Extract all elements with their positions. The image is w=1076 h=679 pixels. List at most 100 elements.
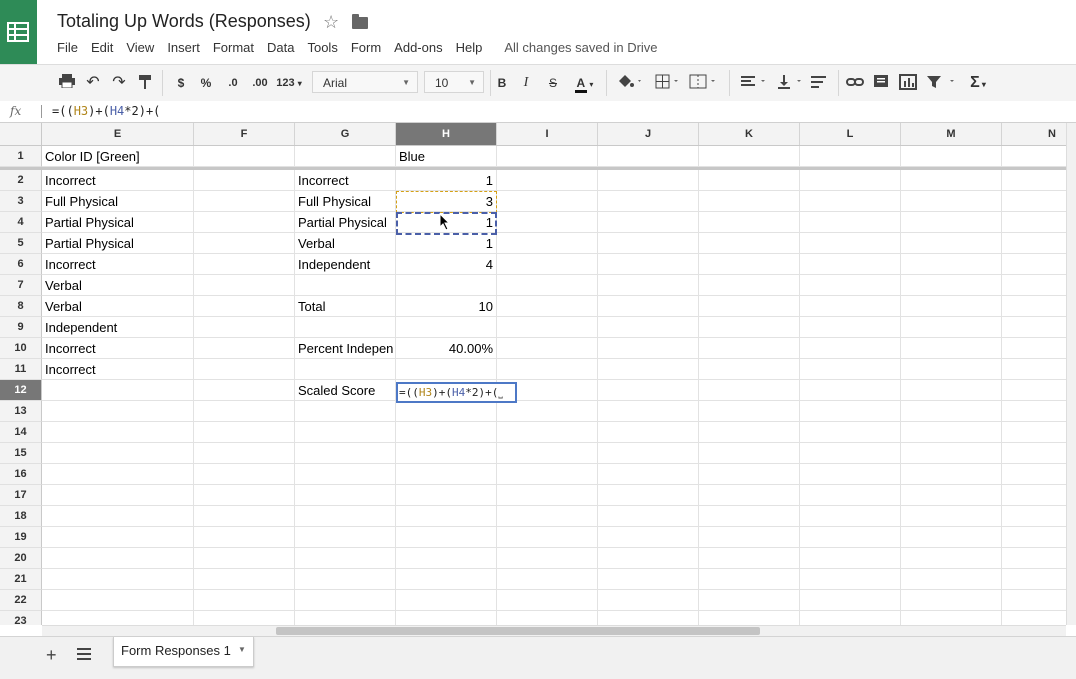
- cell-l5[interactable]: [800, 233, 901, 254]
- cell-n12[interactable]: [1002, 380, 1066, 401]
- cell-i22[interactable]: [497, 590, 598, 611]
- cell-n19[interactable]: [1002, 527, 1066, 548]
- cell-n21[interactable]: [1002, 569, 1066, 590]
- row-header-22[interactable]: 22: [0, 590, 42, 611]
- cell-g20[interactable]: [295, 548, 396, 569]
- decrease-decimals-button[interactable]: .0: [222, 74, 244, 92]
- cell-k11[interactable]: [699, 359, 800, 380]
- row-header-2[interactable]: 2: [0, 170, 42, 191]
- cell-j8[interactable]: [598, 296, 699, 317]
- row-header-8[interactable]: 8: [0, 296, 42, 317]
- cell-n22[interactable]: [1002, 590, 1066, 611]
- menu-edit[interactable]: Edit: [91, 40, 113, 58]
- text-wrap-icon[interactable]: [809, 74, 829, 92]
- sheet-list-icon[interactable]: [77, 648, 91, 660]
- cell-e22[interactable]: [42, 590, 194, 611]
- cell-l16[interactable]: [800, 464, 901, 485]
- cell-k16[interactable]: [699, 464, 800, 485]
- cell-m10[interactable]: [901, 338, 1002, 359]
- cell-e23[interactable]: [42, 611, 194, 625]
- cell-h11[interactable]: [396, 359, 497, 380]
- menu-data[interactable]: Data: [267, 40, 294, 58]
- cell-k3[interactable]: [699, 191, 800, 212]
- italic-button[interactable]: I: [518, 74, 534, 92]
- cell-k18[interactable]: [699, 506, 800, 527]
- cell-l3[interactable]: [800, 191, 901, 212]
- cell-n7[interactable]: [1002, 275, 1066, 296]
- cell-j11[interactable]: [598, 359, 699, 380]
- cell-m19[interactable]: [901, 527, 1002, 548]
- menu-tools[interactable]: Tools: [307, 40, 337, 58]
- cell-n4[interactable]: [1002, 212, 1066, 233]
- cell-e10[interactable]: Incorrect: [42, 338, 194, 359]
- row-header-16[interactable]: 16: [0, 464, 42, 485]
- cell-e9[interactable]: Independent: [42, 317, 194, 338]
- cell-i10[interactable]: [497, 338, 598, 359]
- fill-color-icon[interactable]: [614, 74, 646, 92]
- cell-h7[interactable]: [396, 275, 497, 296]
- cell-e11[interactable]: Incorrect: [42, 359, 194, 380]
- cell-f4[interactable]: [194, 212, 295, 233]
- cell-f9[interactable]: [194, 317, 295, 338]
- cell-h15[interactable]: [396, 443, 497, 464]
- cell-i4[interactable]: [497, 212, 598, 233]
- cell-k6[interactable]: [699, 254, 800, 275]
- cell-m20[interactable]: [901, 548, 1002, 569]
- cell-k7[interactable]: [699, 275, 800, 296]
- cell-e18[interactable]: [42, 506, 194, 527]
- cell-l1[interactable]: [800, 146, 901, 167]
- cell-g12[interactable]: Scaled Score: [295, 380, 396, 401]
- cell-i19[interactable]: [497, 527, 598, 548]
- redo-icon[interactable]: ↷: [110, 74, 128, 92]
- cell-n17[interactable]: [1002, 485, 1066, 506]
- borders-icon[interactable]: [652, 74, 684, 92]
- cell-g8[interactable]: Total: [295, 296, 396, 317]
- cell-j5[interactable]: [598, 233, 699, 254]
- cell-h1[interactable]: Blue: [396, 146, 497, 167]
- cell-e12[interactable]: [42, 380, 194, 401]
- cell-l20[interactable]: [800, 548, 901, 569]
- cell-g1[interactable]: [295, 146, 396, 167]
- cell-editor[interactable]: =((H3)+(H4*2)+(⎵: [396, 382, 517, 403]
- cell-f22[interactable]: [194, 590, 295, 611]
- cell-f12[interactable]: [194, 380, 295, 401]
- cell-i7[interactable]: [497, 275, 598, 296]
- row-header-15[interactable]: 15: [0, 443, 42, 464]
- column-header-k[interactable]: K: [699, 123, 800, 145]
- cell-e5[interactable]: Partial Physical: [42, 233, 194, 254]
- font-size-select[interactable]: 10 ▼: [424, 71, 484, 93]
- cell-i3[interactable]: [497, 191, 598, 212]
- chevron-down-icon[interactable]: ▼: [238, 645, 246, 654]
- cell-n2[interactable]: [1002, 170, 1066, 191]
- column-header-g[interactable]: G: [295, 123, 396, 145]
- cell-j23[interactable]: [598, 611, 699, 625]
- cell-e2[interactable]: Incorrect: [42, 170, 194, 191]
- cell-i9[interactable]: [497, 317, 598, 338]
- cell-e6[interactable]: Incorrect: [42, 254, 194, 275]
- column-header-n[interactable]: N: [1002, 123, 1066, 145]
- cell-h18[interactable]: [396, 506, 497, 527]
- cell-i20[interactable]: [497, 548, 598, 569]
- row-header-18[interactable]: 18: [0, 506, 42, 527]
- cell-e16[interactable]: [42, 464, 194, 485]
- functions-button[interactable]: Σ ▾: [962, 74, 994, 92]
- cell-j16[interactable]: [598, 464, 699, 485]
- cell-n10[interactable]: [1002, 338, 1066, 359]
- row-header-4[interactable]: 4: [0, 212, 42, 233]
- cell-e1[interactable]: Color ID [Green]: [42, 146, 194, 167]
- cell-k20[interactable]: [699, 548, 800, 569]
- cell-h23[interactable]: [396, 611, 497, 625]
- column-header-l[interactable]: L: [800, 123, 901, 145]
- row-header-23[interactable]: 23: [0, 611, 42, 625]
- merge-cells-icon[interactable]: [686, 74, 720, 92]
- cell-e15[interactable]: [42, 443, 194, 464]
- cell-h19[interactable]: [396, 527, 497, 548]
- cell-g4[interactable]: Partial Physical: [295, 212, 396, 233]
- row-header-7[interactable]: 7: [0, 275, 42, 296]
- cell-n20[interactable]: [1002, 548, 1066, 569]
- cell-g14[interactable]: [295, 422, 396, 443]
- cell-i1[interactable]: [497, 146, 598, 167]
- cell-k8[interactable]: [699, 296, 800, 317]
- cell-i15[interactable]: [497, 443, 598, 464]
- font-family-select[interactable]: Arial ▼: [312, 71, 418, 93]
